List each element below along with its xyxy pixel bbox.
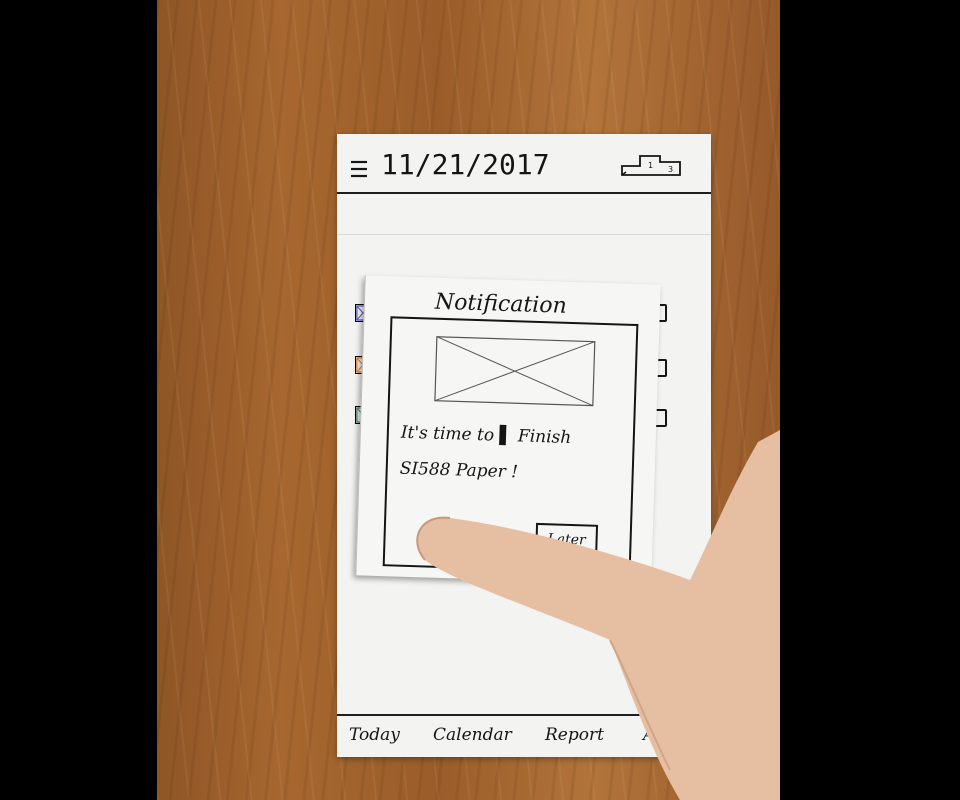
app-header: 11/21/2017 1 3 bbox=[337, 134, 711, 194]
hamburger-menu-icon[interactable] bbox=[349, 158, 371, 180]
svg-text:3: 3 bbox=[668, 165, 673, 174]
filter-divider bbox=[337, 234, 711, 235]
current-date: 11/21/2017 bbox=[381, 148, 550, 181]
image-placeholder-icon bbox=[434, 336, 596, 407]
podium-icon[interactable]: 1 3 bbox=[620, 148, 684, 176]
svg-text:1: 1 bbox=[648, 161, 653, 170]
pointing-hand bbox=[416, 430, 780, 800]
notification-title: Notification bbox=[434, 289, 568, 319]
